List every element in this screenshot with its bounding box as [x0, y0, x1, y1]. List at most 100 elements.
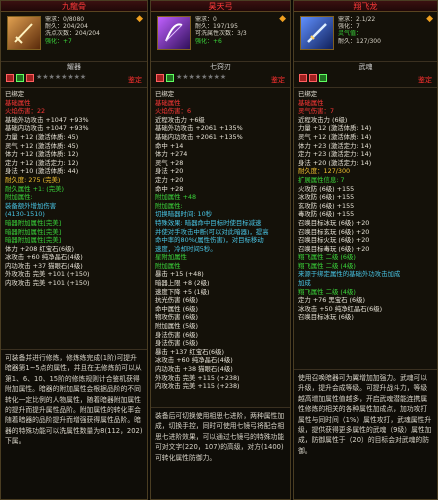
attribute-line: 冰攻防 (6级) +155: [298, 193, 355, 202]
socket-title: 耀器: [67, 63, 81, 71]
info-line: 耐久：127/300: [338, 37, 381, 45]
item-tooltip-right: 翔飞龙 需求：2.1/22 强化：7 灵气值： 耐久：127/300 ◆ 武魂 …: [293, 0, 438, 500]
attribute-line: 速度，冷却时间5秒。: [155, 244, 217, 253]
attribute-line: 召唤目标毒玩 (6级) +20: [298, 244, 370, 253]
attribute-line: 来源于绑定属性的基础外功攻击加成: [298, 270, 401, 279]
attribute-line: 召唤目标冰玩 (6级): [298, 313, 354, 322]
item-description: 可装备并进行修炼，修炼练完成(1阶)可提升暗器第1~5点的属性，并且在无修炼前可…: [1, 349, 147, 499]
attribute-line: 定力 +23 (激活定力: 14): [298, 150, 372, 159]
attribute-line: 附加属性: [155, 261, 181, 270]
attribute-line: 命中 +14: [155, 141, 184, 150]
socket-gem: [16, 73, 24, 82]
attribute-line: 基础内功攻击 +1047 +93%: [5, 124, 89, 133]
attribute-list: 已绑定 基础属性 火焰伤害：22 基础外功攻击 +1047 +93% 基础内功攻击 +1…: [1, 88, 147, 290]
attribute-line: 火焰伤害：6: [155, 107, 192, 116]
attribute-line: 灵气 +12 (激活体质: 14): [298, 132, 372, 141]
attribute-line: 附加属性 (5级): [155, 322, 199, 331]
item-description: 装备后可切换使用相思七进阶，两种属性加成，切换手控，同时可使用七镜弓将配合相思七…: [151, 407, 290, 499]
attribute-line: 体力 +23 (激活定力: 14): [298, 141, 372, 150]
socket-row: ★★★★★★★★: [151, 72, 290, 83]
attribute-line: 抗光伤害 (6级): [155, 296, 199, 305]
socket-gem: [299, 73, 307, 82]
attribute-line: 身法 +20: [155, 167, 184, 176]
attribute-line: 基础属性: [5, 98, 31, 107]
attribute-line: 暗器上限 +8 (2级): [155, 279, 210, 288]
bow-icon: [157, 16, 191, 50]
attribute-list: 已绑定 基础属性 火焰伤害：6 近程攻击力 +6级 基础外功攻击 +2061 +135%…: [151, 88, 290, 393]
attribute-line: 内功攻击 +38 猫眼石(4级): [155, 365, 233, 373]
attribute-line: 灵气 +12 (激活体质: 45): [5, 141, 79, 150]
gem-icon: ◆: [426, 14, 433, 24]
attribute-line: 身法 +20 (激活定力: 14): [298, 158, 372, 167]
info-line: 需求：0/8080: [45, 16, 85, 23]
socket-gem: [166, 73, 174, 82]
attribute-line: 耐久度：127/300: [298, 167, 351, 176]
attribute-line: 命中 +28: [155, 184, 184, 193]
info-line: 可洗属性次数：3/3: [195, 30, 247, 38]
attribute-line: 基础内功攻击 +2061 +135%: [155, 132, 243, 141]
attribute-line: 暗器附加属性[完美]: [5, 236, 62, 245]
attribute-line: 定力 +20: [155, 175, 184, 184]
item-tooltip-middle: 昊天弓 需求：0 耐久：197/195 可洗属性次数：3/3 强化：+6 ◆ 七…: [150, 0, 291, 500]
socket-gem: [319, 73, 327, 82]
identify-tag: 鉴定: [271, 76, 285, 85]
attribute-line: 冰攻击 +60 纯净晶石(4级): [155, 356, 233, 365]
attribute-line: 翔飞属性 二级 (6级): [298, 253, 356, 262]
socket-section: 耀器 ★★★★★★★★ 鉴定: [1, 62, 147, 88]
attribute-line: 特殊效果: 暗器命中目标时使目标减速: [155, 218, 262, 227]
star-icon: ★★★★★★★★: [36, 73, 87, 82]
attribute-line: 命中属性 (6级): [155, 304, 199, 313]
info-line: 需求：2.1/22: [338, 16, 376, 23]
attribute-line: 星附加属性: [155, 253, 187, 262]
attribute-line: 身法伤害 (6级): [155, 330, 199, 339]
info-line: 耐久：204/204: [45, 23, 88, 31]
info-line: 耐久：197/195: [195, 23, 238, 31]
socket-gem: [6, 73, 14, 82]
socket-section: 武魂 鉴定: [294, 62, 437, 88]
attribute-line: 体力 +12 (激活体质: 12): [5, 150, 79, 159]
socket-gem: [156, 73, 164, 82]
info-line: 灵气值：: [338, 30, 363, 38]
item-tooltip-left: 九龍骨 需求：0/8080 耐久：204/204 洗点次数：204/204 强化…: [0, 0, 148, 500]
info-line: 强化：+7: [45, 37, 72, 45]
sword-icon: [300, 16, 334, 50]
attribute-line: 火攻防 (6级) +155: [298, 184, 355, 193]
socket-title: 武魂: [358, 63, 373, 71]
attribute-line: 基础外功攻击 +1047 +93%: [5, 115, 89, 124]
attribute-line: 外攻攻击 完美 +101 (+150): [5, 270, 90, 279]
attribute-line: 装备额外增加伤害: [5, 201, 57, 210]
attribute-line: 冰攻击 +50 纯净红晶石(6级): [298, 304, 383, 313]
item-header: 需求：0 耐久：197/195 可洗属性次数：3/3 强化：+6 ◆: [151, 12, 290, 62]
attribute-line: 物攻伤害 (6级): [155, 313, 199, 322]
attribute-line: 灵气伤害：7: [298, 107, 335, 116]
item-header: 需求：2.1/22 强化：7 灵气值： 耐久：127/300 ◆: [294, 12, 437, 62]
socket-row: [294, 72, 437, 83]
attribute-line: 基础属性: [298, 98, 324, 107]
attribute-line: 基础属性: [155, 98, 181, 107]
item-name: 昊天弓: [151, 1, 290, 12]
attribute-line: 命中率的80%(属性伤害)，对目标移动: [155, 236, 264, 245]
attribute-line: 耐久属性 +1: (完美): [5, 184, 64, 193]
attribute-line: 外攻攻击 完美 +115 (+238): [155, 373, 240, 382]
attribute-line: 基础外功攻击 +2061 +135%: [155, 124, 243, 133]
attribute-line: 火焰伤害：22: [5, 107, 46, 116]
attribute-line: 加成: [298, 279, 311, 288]
attribute-line: 翔飞属性 二级 (4级): [298, 261, 356, 270]
star-icon: ★★★★★★★★: [176, 73, 227, 82]
item-name: 九龍骨: [1, 1, 147, 12]
dragon-bone-icon: [7, 16, 41, 50]
gem-icon: ◆: [136, 14, 143, 24]
attribute-line: 附加属性:: [155, 201, 183, 210]
attribute-line: 附加属性 +48: [155, 193, 197, 202]
attribute-line: 近程攻击力 (6级): [298, 115, 348, 124]
attribute-line: 扩展属性信息: 7: [298, 175, 345, 184]
attribute-line: 速度下降 +5 (1级): [155, 287, 210, 296]
attribute-list: 已绑定 基础属性 灵气伤害：7 近程攻击力 (6级) 力量 +12 (激活体质: 14)…: [294, 88, 437, 324]
socket-gem: [309, 73, 317, 82]
identify-tag: 鉴定: [128, 76, 142, 85]
info-line: 强化：+6: [195, 37, 222, 45]
item-name: 翔飞龙: [294, 1, 437, 12]
attribute-line: 召唤目标冰玩 (6级) +20: [298, 218, 370, 227]
attribute-line: 翔飞属性 二级 (4级): [298, 287, 356, 296]
item-info: 需求：0/8080 耐久：204/204 洗点次数：204/204 强化：+7: [45, 16, 143, 45]
